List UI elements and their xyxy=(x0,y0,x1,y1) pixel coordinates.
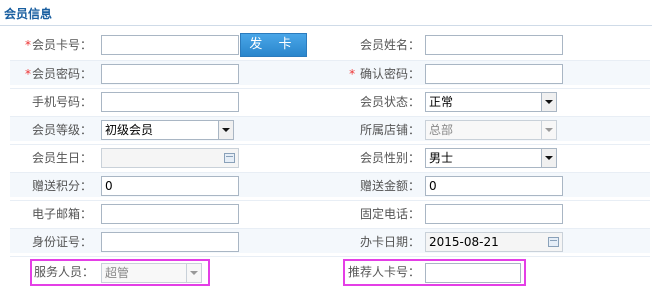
bonus-amount-input[interactable]: 0 xyxy=(425,176,563,196)
phone-label: 手机号码： xyxy=(31,95,92,109)
status-select[interactable]: 正常 xyxy=(425,92,557,112)
open-date-input[interactable]: 2015-08-21 xyxy=(425,232,563,252)
phone-input[interactable] xyxy=(101,92,239,112)
store-select: 总部 xyxy=(425,120,557,140)
calendar-icon[interactable] xyxy=(548,237,559,247)
birthday-label: 会员生日： xyxy=(31,151,92,165)
bonus-amount-label: 赠送金额： xyxy=(359,179,420,193)
landline-input[interactable] xyxy=(425,204,563,224)
header-divider xyxy=(0,25,652,26)
id-no-input[interactable] xyxy=(101,232,239,252)
landline-label: 固定电话： xyxy=(359,207,420,221)
chevron-down-icon xyxy=(186,264,201,282)
issue-card-button[interactable]: 发 卡 xyxy=(240,33,307,57)
open-date-label: 办卡日期： xyxy=(359,235,420,249)
email-input[interactable] xyxy=(101,204,239,224)
bonus-points-label: 赠送积分： xyxy=(31,179,92,193)
level-label: 会员等级： xyxy=(31,123,92,137)
chevron-down-icon xyxy=(541,93,556,111)
chevron-down-icon xyxy=(541,121,556,139)
confirm-password-label: * 确认密码： xyxy=(349,67,420,81)
id-no-label: 身份证号： xyxy=(31,235,92,249)
calendar-icon[interactable] xyxy=(224,153,235,163)
chevron-down-icon xyxy=(541,149,556,167)
chevron-down-icon xyxy=(218,121,233,139)
email-label: 电子邮箱： xyxy=(31,207,92,221)
level-select[interactable]: 初级会员 xyxy=(101,120,234,140)
store-label: 所属店铺： xyxy=(359,123,420,137)
password-input[interactable] xyxy=(101,64,239,84)
section-title: 会员信息 xyxy=(4,7,53,21)
referrer-card-input[interactable] xyxy=(425,263,521,283)
gender-label: 会员性别： xyxy=(359,151,420,165)
password-label: *会员密码： xyxy=(24,67,92,81)
card-no-label: *会员卡号： xyxy=(24,38,92,52)
gender-select[interactable]: 男士 xyxy=(425,148,557,168)
member-name-input[interactable] xyxy=(425,35,563,55)
bonus-points-input[interactable]: 0 xyxy=(101,176,239,196)
birthday-input[interactable] xyxy=(101,148,239,168)
referrer-card-label: 推荐人卡号： xyxy=(347,265,420,279)
card-no-input[interactable] xyxy=(101,35,239,55)
member-name-label: 会员姓名： xyxy=(359,38,420,52)
service-staff-select: 超管 xyxy=(101,263,202,283)
status-label: 会员状态： xyxy=(359,95,420,109)
section-header: 会员信息 xyxy=(0,0,652,22)
confirm-password-input[interactable] xyxy=(425,64,563,84)
service-staff-label: 服务人员： xyxy=(34,265,95,279)
